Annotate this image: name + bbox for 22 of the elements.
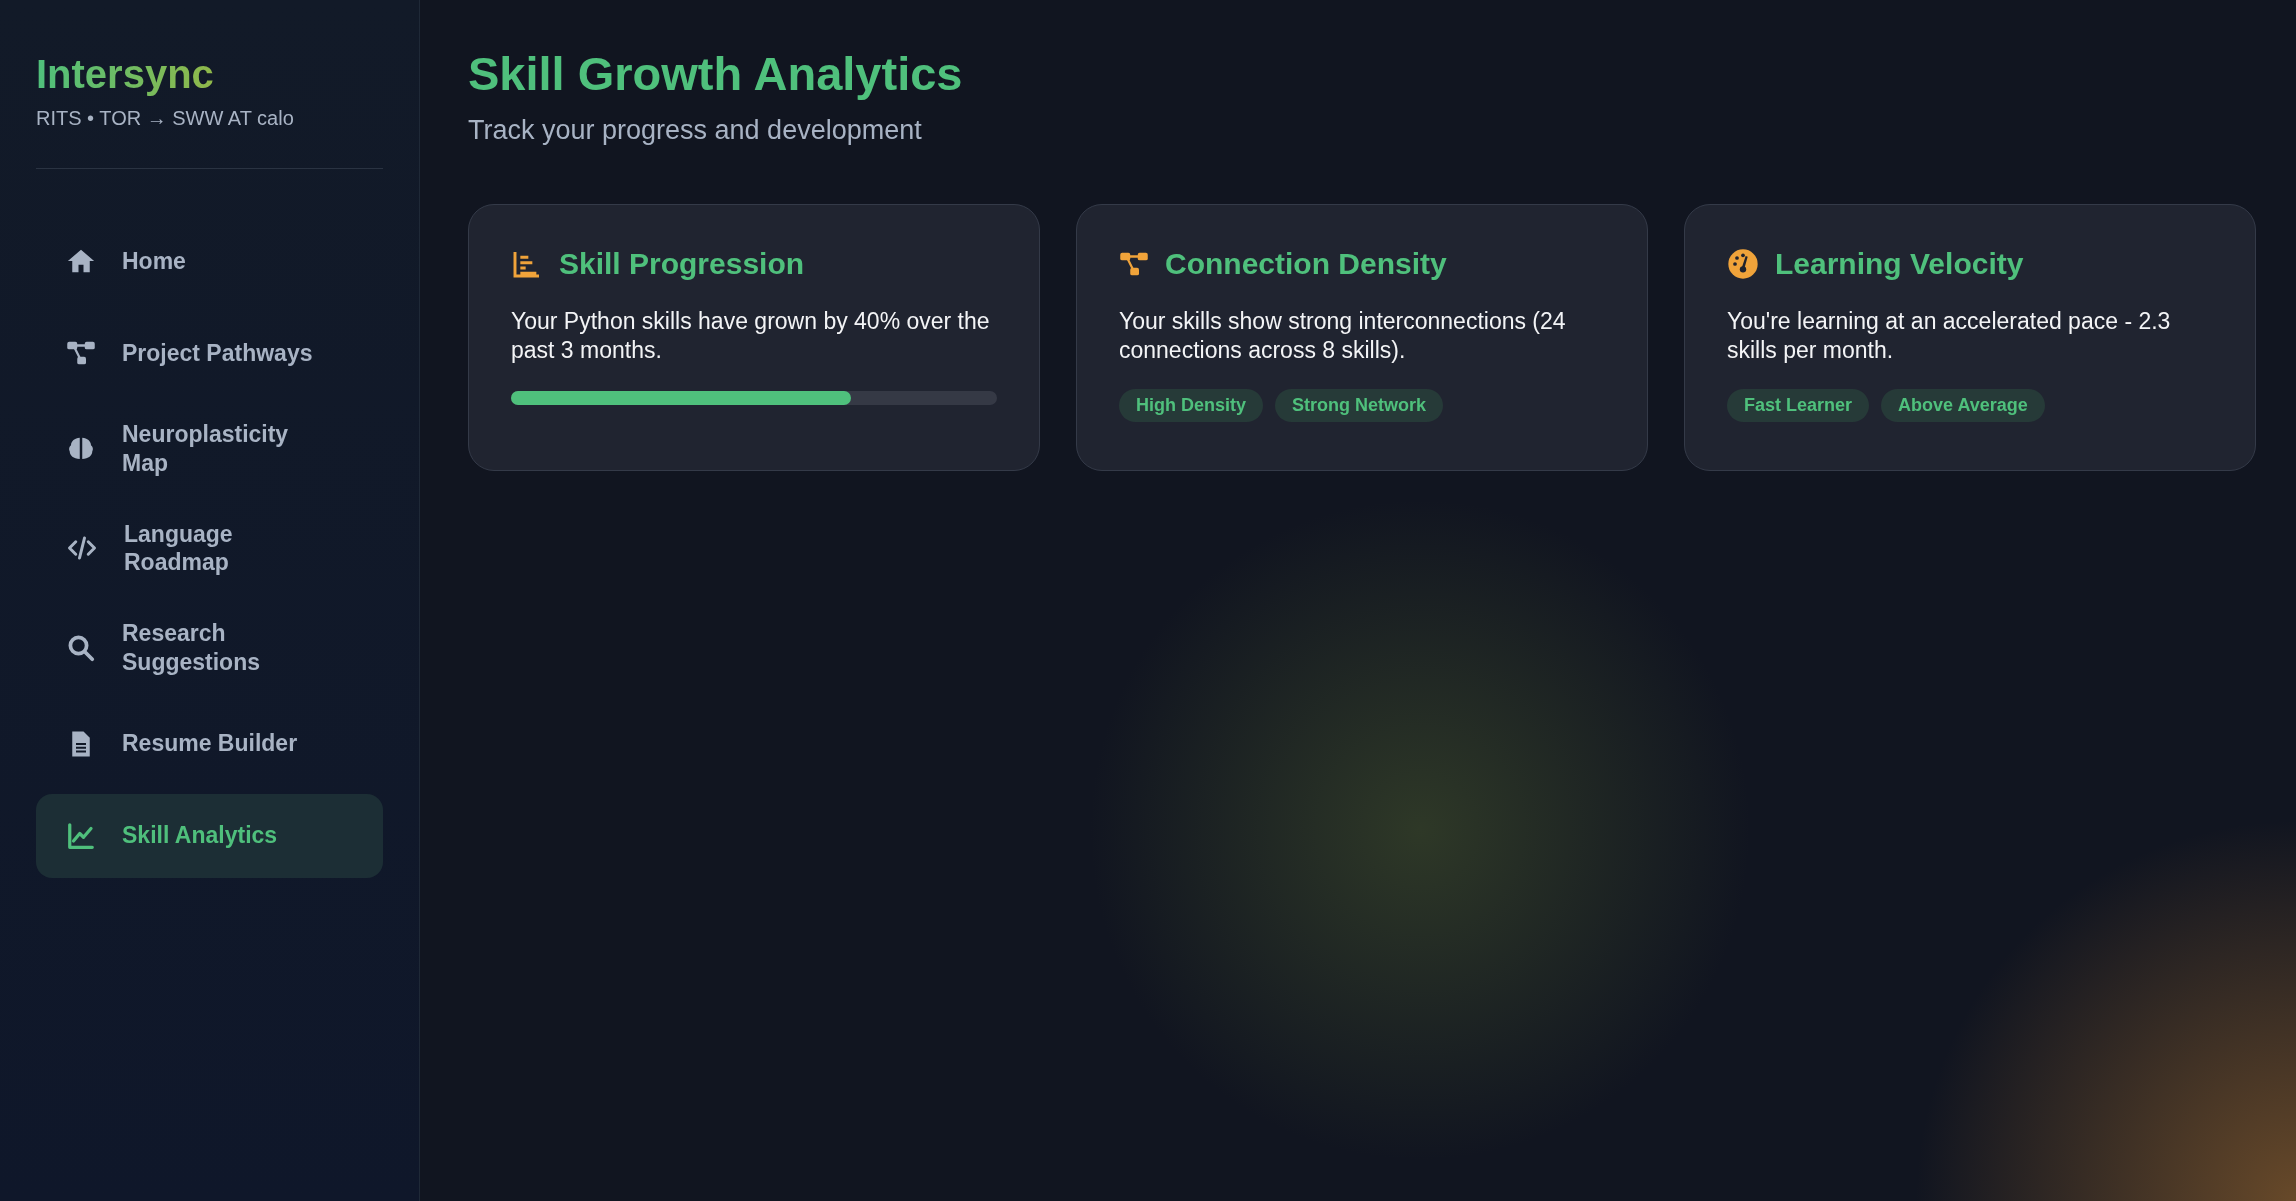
nav-item[interactable]: Home — [36, 219, 383, 303]
nav-item[interactable]: Resume Builder — [36, 701, 383, 786]
tag-badge: High Density — [1119, 388, 1263, 422]
page-subtitle: Track your progress and development — [468, 115, 923, 146]
tag-badge: Strong Network — [1275, 388, 1444, 422]
nav-item[interactable]: Skill Analytics — [36, 793, 383, 878]
nav-item[interactable]: Neuroplasticity Map — [36, 403, 383, 495]
card-text: Your Python skills have grown by 40% over the past 3 months. — [511, 307, 991, 365]
card-text: You're learning at an accelerated pace - 2.3 skills per month. — [1727, 307, 2172, 365]
card-title: Connection Density — [1165, 247, 1447, 281]
card-title: Learning Velocity — [1775, 247, 2024, 281]
page-title: Skill Growth Analytics — [468, 46, 963, 101]
card-text: Your skills show strong interconnections (24 connections across 8 skills). — [1119, 307, 1567, 365]
tag-badge: Above Average — [1881, 388, 2045, 422]
nav-item[interactable]: Language Roadmap — [36, 502, 383, 594]
gauge-icon — [1727, 248, 1759, 280]
tag-badge: Fast Learner — [1727, 388, 1870, 422]
nav-item[interactable]: Research Suggestions — [36, 602, 383, 694]
brand-tagline: RITS • TOR → SWW AT calo — [36, 107, 295, 130]
line-chart-icon — [66, 820, 96, 851]
card-title: Skill Progression — [559, 247, 805, 281]
nav-item[interactable]: Project Pathways — [36, 311, 383, 395]
